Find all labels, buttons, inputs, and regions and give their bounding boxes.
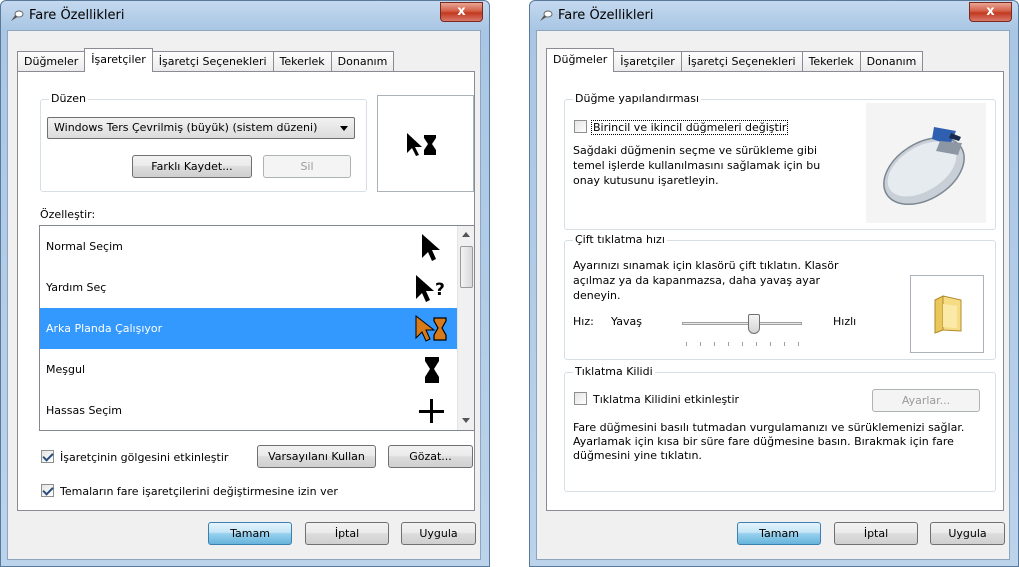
- click-lock-label: Tıklatma Kilidini etkinleştir: [593, 393, 740, 406]
- scheme-group: Düzen: [40, 92, 367, 192]
- mouse-image-icon: [866, 103, 986, 223]
- ok-button[interactable]: Tamam: [737, 522, 821, 545]
- mouse-icon: [540, 10, 553, 21]
- slider-tick: [700, 342, 701, 346]
- list-item[interactable]: Normal Seçim: [40, 226, 458, 267]
- tab-buttons[interactable]: Düğmeler: [17, 51, 86, 71]
- tab-pointers[interactable]: İşaretçiler: [84, 48, 153, 72]
- busy-cursor-icon: [425, 357, 439, 383]
- close-button[interactable]: x: [969, 2, 1012, 22]
- cancel-button[interactable]: İptal: [834, 522, 918, 545]
- close-button[interactable]: x: [440, 2, 483, 22]
- slider-tick: [742, 342, 743, 346]
- speed-label: Hız:: [573, 315, 594, 328]
- slider-tick: [686, 342, 687, 346]
- settings-button[interactable]: Ayarlar...: [872, 389, 980, 412]
- switch-buttons-description: Sağdaki düğmenin seçme ve sürükleme gibi…: [573, 144, 821, 187]
- cursor-preview: [377, 95, 474, 192]
- tab-strip: Düğmeler İşaretçiler İşaretçi Seçenekler…: [17, 48, 395, 72]
- mouse-icon: [11, 10, 24, 21]
- cursor-name: Meşgul: [46, 363, 85, 376]
- apply-button[interactable]: Uygula: [401, 522, 476, 545]
- slider-tick: [784, 342, 785, 346]
- cursor-name: Normal Seçim: [46, 240, 123, 253]
- double-click-speed-slider[interactable]: [682, 322, 802, 325]
- apply-button[interactable]: Uygula: [930, 522, 1005, 545]
- slow-label: Yavaş: [611, 315, 642, 328]
- slider-tick: [756, 342, 757, 346]
- button-config-legend: Düğme yapılandırması: [573, 92, 702, 105]
- scroll-up-icon[interactable]: [462, 232, 470, 237]
- delete-button[interactable]: Sil: [263, 155, 351, 178]
- click-lock-legend: Tıklatma Kilidi: [573, 365, 655, 378]
- scroll-down-icon[interactable]: [462, 418, 470, 423]
- slider-thumb[interactable]: [748, 314, 760, 334]
- background-busy-cursor-icon: [407, 133, 436, 156]
- tab-strip: Düğmeler İşaretçiler İşaretçi Seçenekler…: [546, 48, 924, 72]
- window-title: Fare Özellikleri: [29, 8, 125, 23]
- list-item[interactable]: Arka Planda Çalışıyor: [40, 308, 458, 349]
- scheme-value: Windows Ters Çevrilmiş (büyük) (sistem d…: [54, 121, 318, 134]
- ok-button[interactable]: Tamam: [208, 522, 292, 545]
- click-lock-checkbox[interactable]: [574, 392, 587, 405]
- tab-wheel[interactable]: Tekerlek: [801, 51, 861, 71]
- window-title: Fare Özellikleri: [558, 8, 654, 23]
- tab-pointers[interactable]: İşaretçiler: [613, 51, 682, 71]
- shadow-label: İşaretçinin gölgesini etkinleştir: [60, 451, 229, 464]
- cursor-name: Arka Planda Çalışıyor: [46, 322, 163, 335]
- list-scrollbar[interactable]: [457, 226, 474, 430]
- save-as-button[interactable]: Farklı Kaydet...: [132, 155, 252, 178]
- background-busy-cursor-icon: [415, 314, 447, 342]
- cursor-list[interactable]: Normal Seçim Yardım Seç ? Arka Planda Ça…: [39, 225, 475, 431]
- tab-buttons[interactable]: Düğmeler: [546, 48, 615, 72]
- themes-label: Temaların fare işaretçilerini değiştirme…: [60, 485, 338, 498]
- test-folder-area[interactable]: [910, 275, 984, 353]
- scheme-dropdown[interactable]: Windows Ters Çevrilmiş (büyük) (sistem d…: [47, 117, 355, 139]
- switch-buttons-label: Birincil ve ikincil düğmeleri değiştir: [590, 120, 789, 135]
- folder-icon[interactable]: [929, 294, 967, 334]
- tab-wheel[interactable]: Tekerlek: [272, 51, 332, 71]
- slider-tick: [728, 342, 729, 346]
- help-cursor-icon: ?: [416, 275, 445, 302]
- slider-tick: [798, 342, 799, 346]
- slider-tick: [714, 342, 715, 346]
- list-item[interactable]: Hassas Seçim: [40, 390, 458, 430]
- cursor-name: Hassas Seçim: [46, 404, 123, 417]
- tab-hardware[interactable]: Donanım: [330, 51, 395, 71]
- title-bar[interactable]: Fare Özellikleri x: [1, 1, 489, 31]
- click-lock-description: Fare düğmesini basılı tutmadan vurgulama…: [573, 421, 965, 462]
- scroll-thumb[interactable]: [460, 246, 473, 288]
- tab-pointer-options[interactable]: İşaretçi Seçenekleri: [680, 51, 803, 71]
- arrow-cursor-icon: [422, 234, 440, 261]
- list-item[interactable]: Meşgul: [40, 349, 458, 390]
- list-item[interactable]: Yardım Seç ?: [40, 267, 458, 308]
- title-bar[interactable]: Fare Özellikleri x: [530, 1, 1018, 31]
- chevron-down-icon: [340, 126, 348, 131]
- slider-tick: [770, 342, 771, 346]
- shadow-checkbox[interactable]: [41, 450, 54, 463]
- themes-checkbox[interactable]: [41, 484, 54, 497]
- crosshair-cursor-icon: [419, 399, 444, 423]
- use-default-button[interactable]: Varsayılanı Kullan: [257, 445, 376, 468]
- browse-button[interactable]: Gözat...: [388, 445, 473, 468]
- cursor-name: Yardım Seç: [46, 281, 107, 294]
- scheme-legend: Düzen: [49, 92, 88, 105]
- double-click-description: Ayarınızı sınamak için klasörü çift tıkl…: [573, 259, 839, 302]
- svg-text:?: ?: [435, 280, 445, 300]
- double-click-legend: Çift tıklatma hızı: [573, 233, 667, 246]
- tab-pointer-options[interactable]: İşaretçi Seçenekleri: [151, 51, 274, 71]
- customize-label: Özelleştir:: [40, 208, 96, 221]
- cancel-button[interactable]: İptal: [305, 522, 389, 545]
- tab-hardware[interactable]: Donanım: [859, 51, 924, 71]
- fast-label: Hızlı: [833, 315, 857, 328]
- switch-buttons-checkbox[interactable]: [574, 120, 587, 133]
